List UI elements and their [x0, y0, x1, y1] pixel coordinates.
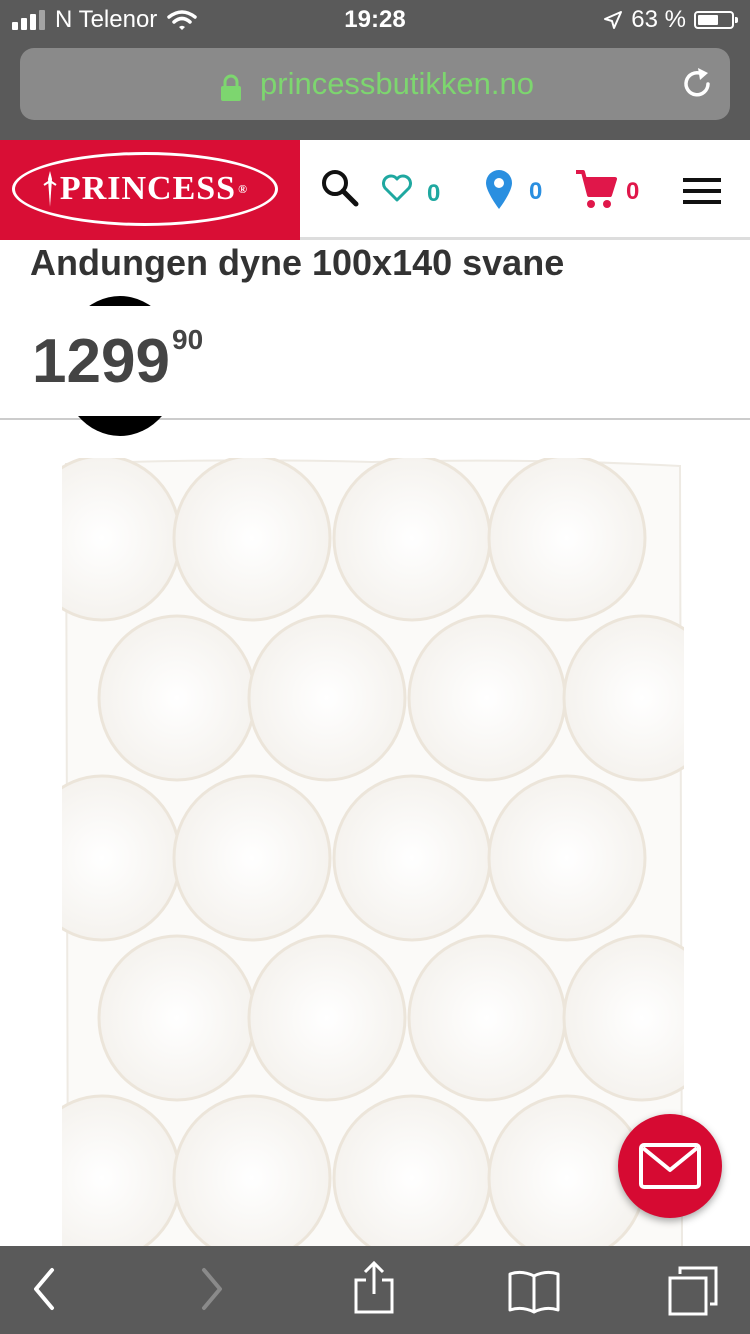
share-icon[interactable]: [352, 1260, 396, 1316]
tabs-icon[interactable]: [666, 1264, 720, 1316]
quilt-puff: [172, 458, 332, 622]
forward-icon[interactable]: [198, 1266, 226, 1312]
stores-count[interactable]: 0: [529, 178, 542, 206]
location-arrow-icon: [604, 11, 623, 29]
quilt-puff: [247, 934, 407, 1102]
quilt-puff: [97, 614, 257, 782]
quilt-puff: [172, 774, 332, 942]
logo-text: PRINCESS: [59, 170, 237, 207]
quilt-puff: [407, 934, 567, 1102]
price-main: 1299: [32, 327, 170, 396]
wishlist-count[interactable]: 0: [427, 180, 440, 208]
quilt-puff: [332, 458, 492, 622]
address-bar[interactable]: princessbutikken.no: [20, 48, 730, 120]
product-image[interactable]: [62, 458, 684, 1258]
product-title: Andungen dyne 100x140 svane: [30, 242, 565, 283]
price-cents: 90: [172, 324, 204, 355]
crown-mark-icon: [43, 171, 57, 207]
bookmarks-icon[interactable]: [506, 1268, 562, 1314]
envelope-icon: [639, 1143, 701, 1189]
quilt-puff: [172, 1094, 332, 1258]
back-icon[interactable]: [30, 1266, 58, 1312]
quilt-puff: [487, 458, 647, 622]
price-row: 1299 90: [0, 290, 750, 436]
browser-toolbar: princessbutikken.no: [0, 40, 750, 140]
registered-mark: ®: [238, 181, 249, 196]
url-text[interactable]: princessbutikken.no: [260, 66, 534, 102]
quilt-puff: [487, 774, 647, 942]
quilt-puff: [247, 614, 407, 782]
quilt-puff: [407, 614, 567, 782]
search-icon[interactable]: [320, 168, 360, 208]
location-pin-icon[interactable]: [484, 168, 514, 210]
heart-icon[interactable]: [382, 174, 412, 202]
quilt-puff: [332, 1094, 492, 1258]
logo-oval: PRINCESS ®: [12, 152, 278, 226]
contact-button[interactable]: [618, 1114, 722, 1218]
reload-icon[interactable]: [680, 66, 714, 102]
cart-icon[interactable]: [574, 168, 618, 210]
lock-icon: [221, 74, 241, 101]
hamburger-menu-icon[interactable]: [683, 178, 721, 204]
cart-count[interactable]: 0: [626, 178, 639, 206]
quilt-puff: [332, 774, 492, 942]
site-header: PRINCESS ® 0 0 0: [0, 140, 750, 240]
status-bar: N Telenor 19:28 63 %: [0, 0, 750, 40]
status-right-group: 63 %: [603, 6, 738, 34]
princess-logo[interactable]: PRINCESS ®: [0, 140, 300, 240]
quilt-puff: [97, 934, 257, 1102]
battery-icon: [694, 11, 738, 29]
browser-bottom-toolbar: [0, 1246, 750, 1334]
battery-percent: 63 %: [631, 6, 686, 33]
